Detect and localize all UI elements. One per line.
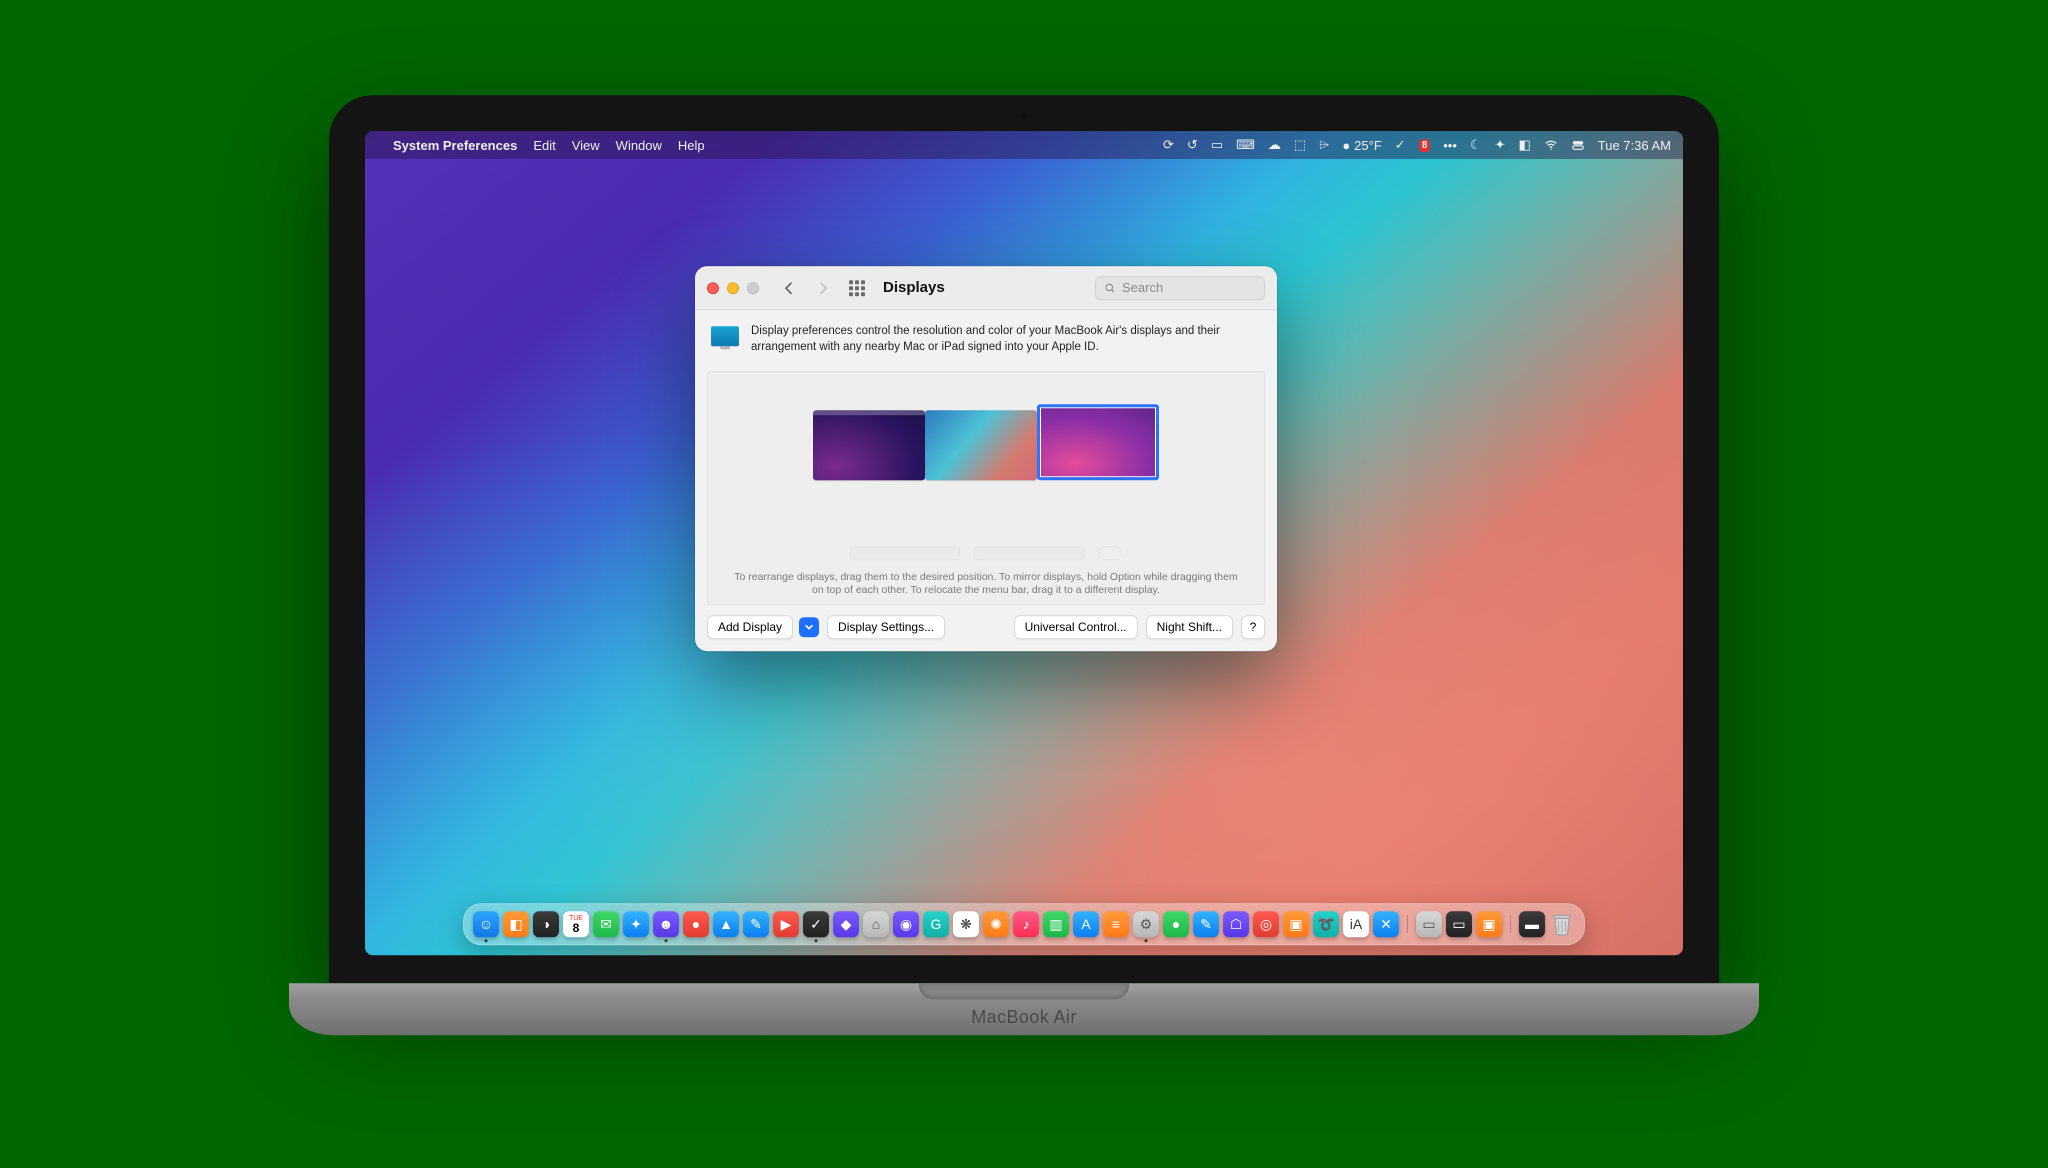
universal-control-button[interactable]: Universal Control... (1014, 615, 1138, 639)
dock-separator (1407, 915, 1408, 933)
night-shift-button[interactable]: Night Shift... (1146, 615, 1233, 639)
clock[interactable]: Tue 7:36 AM (1598, 138, 1671, 153)
dock-app-swirl[interactable]: ➰ (1313, 911, 1339, 937)
camera-icon (1019, 111, 1029, 121)
dock-podcasts[interactable]: ☖ (1223, 911, 1249, 937)
displays-icon (711, 326, 739, 346)
wifi-icon[interactable] (1544, 138, 1558, 152)
dock-app-grey[interactable]: ⌂ (863, 911, 889, 937)
window-close-button[interactable] (707, 282, 719, 294)
dock-trash[interactable] (1549, 911, 1575, 937)
fantastical-icon[interactable]: 8 (1419, 139, 1431, 152)
dock-app-play[interactable]: ▶ (773, 911, 799, 937)
add-display-button[interactable]: Add Display (707, 615, 793, 639)
trackpad-notch (919, 983, 1129, 999)
dock-folder[interactable]: ▬ (1519, 911, 1545, 937)
menu-window[interactable]: Window (616, 138, 662, 153)
window-minimize-button[interactable] (727, 282, 739, 294)
display-settings-button[interactable]: Display Settings... (827, 615, 945, 639)
dock-app-color[interactable]: ❋ (953, 911, 979, 937)
shortcuts-icon[interactable]: ◧ (1518, 137, 1530, 153)
dock-app-arrow[interactable]: ▲ (713, 911, 739, 937)
keyboard-mouse-icon (850, 546, 1122, 560)
help-button[interactable]: ? (1241, 615, 1265, 639)
dock-twitter[interactable]: ✕ (1373, 911, 1399, 937)
dock-messages[interactable]: ✉ (593, 911, 619, 937)
desktop: System Preferences Edit View Window Help… (365, 131, 1683, 955)
display-thumb-3-selected[interactable] (1037, 404, 1159, 480)
dock-calendar[interactable]: TUE8 (563, 911, 589, 937)
window-titlebar[interactable]: Displays Search (695, 266, 1277, 310)
menu-bar: System Preferences Edit View Window Help… (365, 131, 1683, 159)
dock-app-green-dot[interactable]: ● (1163, 911, 1189, 937)
dock-finder[interactable]: ☺ (473, 911, 499, 937)
dock-pages[interactable]: ✎ (1193, 911, 1219, 937)
window-zoom-button[interactable] (747, 282, 759, 294)
search-icon (1104, 282, 1116, 294)
cloud-icon[interactable]: ☁ (1268, 137, 1281, 153)
check-icon[interactable]: ✓ (1395, 137, 1406, 153)
dock-app-red-badge[interactable]: ● (683, 911, 709, 937)
dock-app-dark-lens[interactable]: ◑ (533, 911, 559, 937)
rocket-icon[interactable]: ✦ (1495, 137, 1506, 153)
display-thumb-1[interactable] (813, 410, 925, 480)
macbook-frame: System Preferences Edit View Window Help… (329, 95, 1719, 1035)
show-all-button[interactable] (845, 277, 869, 299)
control-center-icon[interactable] (1571, 138, 1585, 152)
dock-app-red-circle[interactable]: ◎ (1253, 911, 1279, 937)
airdrop-icon[interactable]: ⌲ (1319, 137, 1329, 153)
menu-view[interactable]: View (572, 138, 600, 153)
weather-status[interactable]: ● 25°F (1342, 138, 1381, 153)
dock-ia-writer[interactable]: iA (1343, 911, 1369, 937)
arrangement-instructions: To rearrange displays, drag them to the … (708, 571, 1264, 598)
add-display-menu-button[interactable] (799, 617, 819, 637)
dock-appstore[interactable]: A (1073, 911, 1099, 937)
dock-shortcuts[interactable]: ≡ (1103, 911, 1129, 937)
nav-forward-button (811, 277, 835, 299)
display-mirror-icon[interactable]: ▭ (1211, 137, 1223, 153)
dock-app-teal[interactable]: G (923, 911, 949, 937)
timemachine-icon[interactable]: ↺ (1187, 137, 1198, 153)
dock-app-orange2[interactable]: ✺ (983, 911, 1009, 937)
dock-recent-3[interactable]: ▣ (1476, 911, 1502, 937)
dock: ☺ ◧ ◑ TUE8 ✉ ✦ ☻ ● ▲ ✎ ▶ ✓ ◆ ⌂ ◉ G ❋ ✺ ♪… (463, 903, 1585, 945)
menu-app-name[interactable]: System Preferences (393, 138, 517, 153)
menu-edit[interactable]: Edit (533, 138, 555, 153)
dock-github[interactable]: ◉ (893, 911, 919, 937)
package-icon[interactable]: ⬚ (1294, 137, 1306, 153)
dock-music[interactable]: ♪ (1013, 911, 1039, 937)
dock-safari[interactable]: ✦ (623, 911, 649, 937)
search-field[interactable]: Search (1095, 276, 1265, 300)
dock-app-pencil[interactable]: ✎ (743, 911, 769, 937)
dock-system-preferences[interactable]: ⚙ (1133, 911, 1159, 937)
dock-discord[interactable]: ☻ (653, 911, 679, 937)
dock-obsidian[interactable]: ◆ (833, 911, 859, 937)
dock-recent-2[interactable]: ▭ (1446, 911, 1472, 937)
dock-things[interactable]: ✓ (803, 911, 829, 937)
window-title: Displays (883, 279, 945, 296)
dock-numbers[interactable]: ▥ (1043, 911, 1069, 937)
search-placeholder: Search (1122, 280, 1163, 295)
dnd-moon-icon[interactable]: ☾ (1470, 137, 1482, 153)
dock-recent-1[interactable]: ▭ (1416, 911, 1442, 937)
dock-app-orange-cube[interactable]: ◧ (503, 911, 529, 937)
pane-description: Display preferences control the resoluti… (751, 324, 1261, 355)
more-icon[interactable]: ••• (1443, 138, 1457, 153)
deck-label: MacBook Air (971, 1007, 1076, 1028)
keyboard-icon[interactable]: ⌨ (1236, 137, 1255, 153)
sync-icon[interactable]: ⟳ (1163, 137, 1174, 153)
dock-app-orange3[interactable]: ▣ (1283, 911, 1309, 937)
nav-back-button[interactable] (777, 277, 801, 299)
displays-window: Displays Search Display preferences cont… (695, 266, 1277, 651)
dock-separator-2 (1510, 915, 1511, 933)
display-arrangement-area[interactable]: To rearrange displays, drag them to the … (707, 371, 1265, 605)
display-thumb-2[interactable] (925, 410, 1037, 480)
menu-help[interactable]: Help (678, 138, 705, 153)
